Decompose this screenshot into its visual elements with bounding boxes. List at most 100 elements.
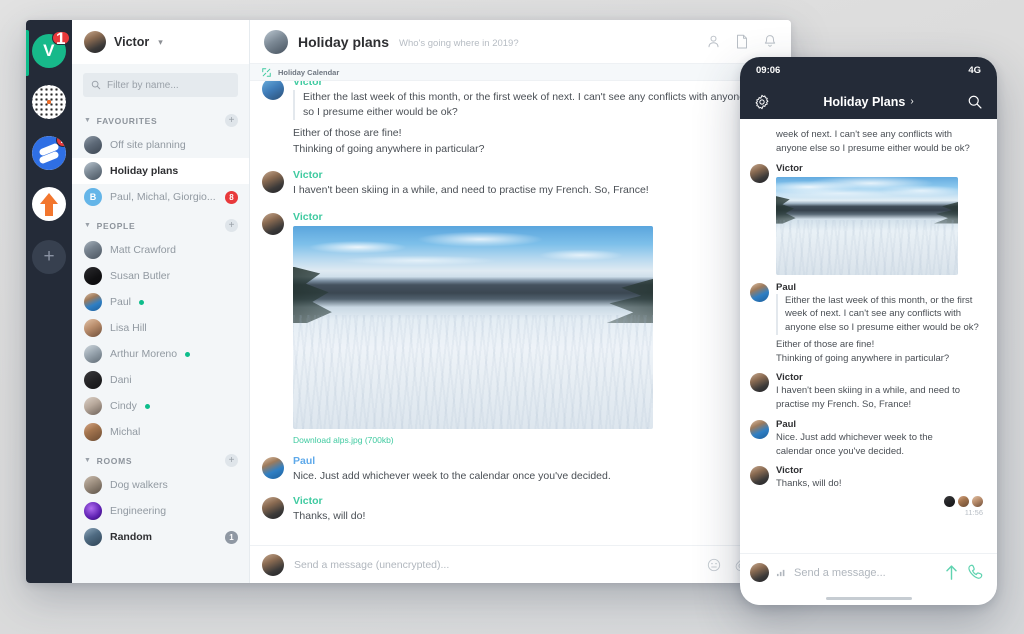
- sidebar-item-matt-crawford[interactable]: Matt Crawford: [72, 237, 249, 263]
- signal-icon: [776, 568, 787, 578]
- file-icon[interactable]: [735, 34, 749, 49]
- message-group: Victor I haven't been skiing in a while,…: [250, 160, 791, 202]
- status-network: 4G: [968, 65, 981, 76]
- sidebar-item-group-dm[interactable]: B Paul, Michal, Giorgio... 8: [72, 184, 249, 210]
- chevron-down-icon: ▼: [84, 222, 92, 229]
- avatar[interactable]: [262, 496, 284, 519]
- rail-space-orange-icon[interactable]: [32, 187, 66, 221]
- expand-widget-icon[interactable]: [262, 67, 271, 77]
- search-input[interactable]: Filter by name...: [83, 73, 238, 97]
- composer-placeholder[interactable]: Send a message (unencrypted)...: [294, 559, 697, 571]
- sidebar-user-name: Victor: [114, 35, 150, 49]
- sidebar-item-paul[interactable]: Paul: [72, 289, 249, 315]
- avatar[interactable]: [262, 457, 284, 480]
- chevron-down-icon[interactable]: ▾: [158, 37, 163, 48]
- section-header-people[interactable]: ▼ PEOPLE +: [72, 210, 249, 237]
- rail-avatar-victor[interactable]: V 1: [32, 30, 70, 68]
- sidebar-item-engineering[interactable]: Engineering: [72, 498, 249, 524]
- search-placeholder: Filter by name...: [107, 79, 179, 91]
- avatar-spacer: [750, 129, 769, 148]
- avatar[interactable]: [262, 81, 284, 100]
- active-space-indicator: [26, 30, 29, 76]
- room-avatar[interactable]: [264, 29, 288, 54]
- mobile-room-title: Holiday Plans: [823, 94, 906, 109]
- message-composer[interactable]: Send a message (unencrypted)...: [250, 545, 791, 583]
- sidebar-user-menu[interactable]: Victor ▾: [72, 20, 249, 64]
- mobile-room-title-button[interactable]: Holiday Plans ›: [823, 95, 913, 109]
- sidebar-item-susan-butler[interactable]: Susan Butler: [72, 263, 249, 289]
- status-time: 09:06: [756, 65, 781, 76]
- pinned-widget-bar[interactable]: Holiday Calendar: [250, 64, 791, 81]
- rail-space-blue-icon[interactable]: 2: [32, 136, 66, 170]
- person-name: Paul: [110, 296, 132, 308]
- avatar[interactable]: [750, 282, 769, 302]
- section-label: ROOMS: [96, 455, 133, 466]
- message-image-alps[interactable]: [293, 226, 653, 430]
- home-bar: [825, 596, 912, 600]
- avatar[interactable]: [750, 419, 769, 439]
- avatar: [84, 267, 102, 285]
- mobile-message-timeline[interactable]: week of next. I can't see any conflicts …: [740, 119, 997, 553]
- quoted-reply: Either the last week of this month, or t…: [293, 90, 777, 120]
- message-image-alps[interactable]: [776, 176, 958, 275]
- message-sender: Victor: [293, 81, 323, 88]
- sidebar-item-off-site-planning[interactable]: Off site planning: [72, 132, 249, 158]
- message-sender: Victor: [776, 162, 803, 174]
- search-icon[interactable]: [967, 94, 983, 110]
- download-link[interactable]: Download alps.jpg (700kb): [293, 435, 777, 445]
- sidebar-item-holiday-plans[interactable]: Holiday plans: [72, 158, 249, 184]
- section-header-favourites[interactable]: ▼ FAVOURITES +: [72, 105, 249, 132]
- quoted-reply: Either the last week of this month, or t…: [776, 293, 985, 335]
- mobile-composer-placeholder[interactable]: Send a message...: [794, 567, 936, 579]
- space-rail: V 1 2 +: [26, 20, 72, 583]
- image-clouds: [776, 176, 958, 202]
- add-favourite-button[interactable]: +: [225, 114, 238, 127]
- quote-text: Either the last week of this month, or t…: [303, 91, 768, 118]
- rail-space-dots-icon[interactable]: [32, 85, 66, 119]
- avatar[interactable]: [262, 171, 284, 194]
- plus-icon: +: [228, 454, 235, 466]
- message-group: Victor Thanks, will do!: [740, 461, 997, 494]
- image-snow-grooves: [776, 219, 958, 275]
- avatar: [84, 371, 102, 389]
- avatar: [262, 553, 284, 576]
- avatar[interactable]: [262, 213, 284, 236]
- person-name: Arthur Moreno: [110, 348, 178, 360]
- message-timeline[interactable]: Victor Either the last week of this mont…: [250, 81, 791, 545]
- avatar[interactable]: [750, 466, 769, 486]
- section-header-rooms[interactable]: ▼ ROOMS +: [72, 445, 249, 472]
- emoji-icon[interactable]: [707, 558, 721, 572]
- sidebar-item-dani[interactable]: Dani: [72, 367, 249, 393]
- sidebar-item-michal[interactable]: Michal: [72, 419, 249, 445]
- sidebar-item-lisa-hill[interactable]: Lisa Hill: [72, 315, 249, 341]
- message-line: I haven't been skiing in a while, and ne…: [293, 184, 649, 197]
- avatar[interactable]: [750, 163, 769, 183]
- avatar: [84, 241, 102, 259]
- sidebar-item-dog-walkers[interactable]: Dog walkers: [72, 472, 249, 498]
- message-line: Nice. Just add whichever week to the cal…: [293, 470, 611, 483]
- add-person-button[interactable]: +: [225, 219, 238, 232]
- message-body: Victor Thanks, will do!: [776, 465, 985, 491]
- call-icon[interactable]: [967, 563, 984, 582]
- rail-badge-victor: 1: [52, 30, 70, 47]
- sidebar-item-cindy[interactable]: Cindy: [72, 393, 249, 419]
- sidebar-room-list[interactable]: ▼ FAVOURITES + Off site planning Holiday…: [72, 105, 249, 583]
- gear-icon[interactable]: [754, 94, 770, 110]
- avatar: B: [84, 188, 102, 206]
- avatar[interactable]: [750, 373, 769, 393]
- person-icon[interactable]: [706, 34, 721, 49]
- mobile-message-composer[interactable]: Send a message...: [740, 553, 997, 591]
- send-arrow-icon[interactable]: [943, 563, 960, 582]
- avatar: [84, 502, 102, 520]
- mobile-phone-mockup: 09:06 4G Holiday Plans › week of next. I…: [740, 57, 997, 605]
- message-body: Victor I haven't been skiing in a while,…: [293, 169, 777, 199]
- message-body: Paul Nice. Just add whichever week to th…: [776, 419, 985, 459]
- online-status-dot: [185, 351, 191, 357]
- sidebar-item-random[interactable]: Random 1: [72, 524, 249, 550]
- add-space-button[interactable]: +: [32, 240, 66, 274]
- online-status-dot: [144, 403, 150, 409]
- sidebar-item-arthur-moreno[interactable]: Arthur Moreno: [72, 341, 249, 367]
- rail-avatar-initial: V: [43, 41, 55, 60]
- notifications-icon[interactable]: [763, 34, 777, 49]
- add-room-button[interactable]: +: [225, 454, 238, 467]
